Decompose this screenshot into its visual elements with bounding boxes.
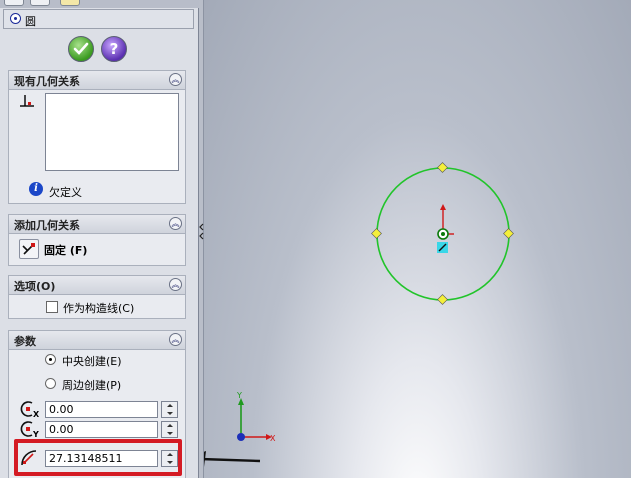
perimeter-create-label[interactable]: 周边创建(P)	[62, 377, 121, 393]
options-group: 选项(O) ︽ 作为构造线(C)	[8, 275, 186, 319]
circle-icon	[10, 13, 21, 24]
quadrant-point-right[interactable]	[503, 228, 514, 239]
center-y-spinner[interactable]	[161, 421, 178, 438]
info-icon: i	[29, 182, 43, 196]
options-header[interactable]: 选项(O) ︽	[9, 276, 185, 295]
perpendicular-relation-icon	[20, 95, 34, 107]
collapse-icon[interactable]: ︽	[169, 217, 182, 230]
tab-property-manager[interactable]	[30, 0, 50, 6]
triad-x-label: X	[270, 434, 276, 443]
collapse-icon[interactable]: ︽	[169, 73, 182, 86]
center-y-icon: Y	[20, 421, 39, 438]
center-x-input[interactable]	[45, 401, 158, 418]
tab-feature-manager[interactable]	[4, 0, 24, 6]
construction-label[interactable]: 作为构造线(C)	[63, 300, 134, 316]
tab-configuration-manager[interactable]	[60, 0, 80, 6]
existing-relations-title: 现有几何关系	[14, 75, 80, 88]
ok-button[interactable]	[68, 36, 94, 62]
center-x-spinner[interactable]	[161, 401, 178, 418]
manager-tab-strip	[0, 0, 199, 8]
fix-relation-button[interactable]	[19, 239, 39, 259]
parameters-title: 参数	[14, 335, 36, 348]
quadrant-point-bottom[interactable]	[437, 294, 448, 305]
parameters-header[interactable]: 参数 ︽	[9, 331, 185, 350]
existing-relations-group: 现有几何关系 ︽ i 欠定义	[8, 70, 186, 204]
triad-y-label: Y	[236, 391, 242, 400]
graphics-area[interactable]: Y X	[204, 0, 631, 478]
add-relations-title: 添加几何关系	[14, 219, 80, 232]
fix-anchor-icon	[22, 243, 35, 255]
help-button[interactable]: ?	[101, 36, 127, 62]
add-relations-header[interactable]: 添加几何关系 ︽	[9, 215, 185, 234]
feature-title: 圆	[25, 15, 36, 28]
reference-triad-icon	[237, 398, 272, 441]
construction-checkbox[interactable]	[46, 301, 58, 313]
svg-text:Y: Y	[32, 430, 39, 438]
perimeter-create-radio[interactable]	[45, 378, 56, 389]
feature-title-bar: 圆	[3, 9, 194, 29]
add-relations-group: 添加几何关系 ︽ 固定 (F)	[8, 214, 186, 266]
sketch-canvas[interactable]: Y X	[204, 0, 631, 478]
collapse-icon[interactable]: ︽	[169, 333, 182, 346]
collapse-icon[interactable]: ︽	[169, 278, 182, 291]
svg-text:X: X	[33, 410, 40, 418]
annotation-arrow	[204, 451, 261, 467]
center-create-radio[interactable]	[45, 354, 56, 365]
definition-status: 欠定义	[49, 186, 82, 199]
relations-list[interactable]	[45, 93, 179, 171]
existing-relations-header[interactable]: 现有几何关系 ︽	[9, 71, 185, 90]
cursor-feedback-icon	[437, 242, 448, 253]
center-x-icon: X	[20, 401, 40, 418]
options-title: 选项(O)	[14, 280, 56, 293]
check-icon	[73, 42, 89, 55]
quadrant-point-left[interactable]	[371, 228, 382, 239]
question-icon: ?	[109, 40, 119, 58]
center-y-input[interactable]	[45, 421, 158, 438]
quadrant-point-top[interactable]	[437, 162, 448, 173]
property-manager: 圆 ? 现有几何关系 ︽ i 欠定义 添加几何关系 ︽ 固定 (F) 选项(O)…	[0, 0, 199, 478]
center-create-label[interactable]: 中央创建(E)	[62, 353, 122, 369]
highlight-annotation-box	[14, 439, 182, 476]
sketch-origin[interactable]	[437, 204, 454, 240]
fix-relation-label[interactable]: 固定 (F)	[44, 242, 87, 258]
